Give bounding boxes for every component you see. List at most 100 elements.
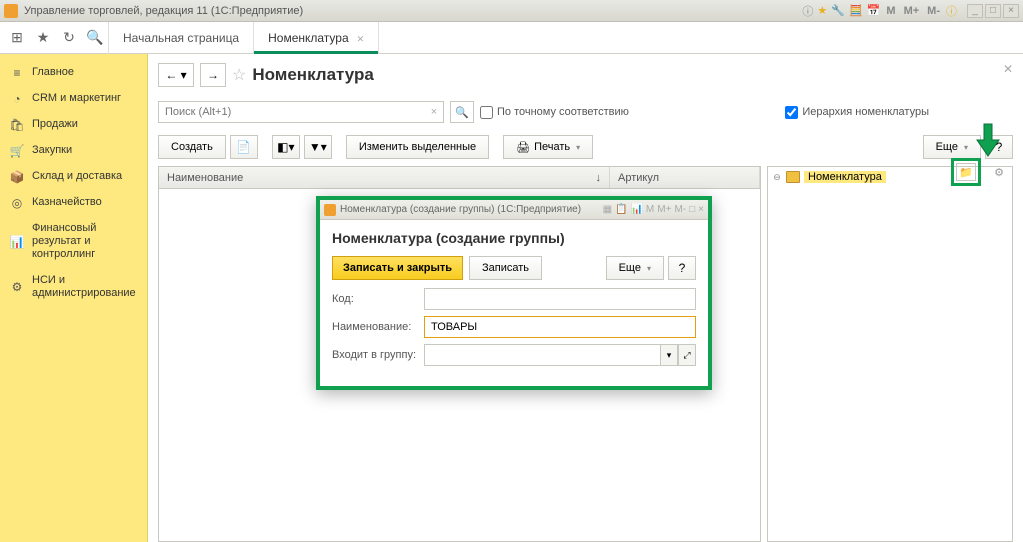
apps-icon[interactable]: ⊞ bbox=[4, 25, 30, 51]
sidebar-label: НСИ и администрирование bbox=[32, 274, 137, 300]
col-name-label: Наименование bbox=[167, 167, 243, 188]
search-row: × 🔍 По точному соответствию Иерархия ном… bbox=[158, 100, 1013, 124]
search-box: × bbox=[158, 101, 444, 123]
dlg-icon3[interactable]: 📊 bbox=[630, 204, 642, 215]
name-label: Наименование: bbox=[332, 321, 416, 333]
col-name[interactable]: Наименование↓ bbox=[159, 167, 610, 188]
group-open-btn[interactable]: ⤢ bbox=[678, 344, 696, 366]
maximize-btn[interactable]: □ bbox=[985, 4, 1001, 18]
nav-back-btn[interactable]: ← ▾ bbox=[158, 63, 194, 87]
tab-close-icon[interactable]: ✕ bbox=[357, 34, 365, 44]
right-extra: 📁 ⚙ bbox=[951, 158, 1011, 186]
sidebar-item-crm[interactable]: ◔CRM и маркетинг bbox=[0, 86, 147, 112]
sidebar-item-purchases[interactable]: 🛒Закупки bbox=[0, 138, 147, 164]
sidebar-item-main[interactable]: ≡Главное bbox=[0, 60, 147, 86]
page-header: ← ▾ → ☆ Номенклатура bbox=[158, 60, 1013, 90]
cal-icon[interactable]: 📅 bbox=[867, 4, 881, 17]
favorite-icon[interactable]: ★ bbox=[30, 25, 56, 51]
dialog-title: Номенклатура (создание группы) (1С:Предп… bbox=[340, 204, 603, 215]
group-dropdown-btn[interactable]: ▾ bbox=[660, 344, 678, 366]
tab-nomenclature[interactable]: Номенклатура ✕ bbox=[254, 22, 379, 54]
page-close-icon[interactable]: ✕ bbox=[1003, 62, 1013, 76]
tab-label: Номенклатура bbox=[268, 31, 349, 45]
dialog-more-btn[interactable]: Еще bbox=[606, 256, 664, 280]
name-input[interactable] bbox=[424, 316, 696, 338]
sidebar-label: Закупки bbox=[32, 144, 72, 157]
dialog-app-icon bbox=[324, 204, 336, 216]
menu-icon: ≡ bbox=[10, 66, 24, 80]
dlg-icon1[interactable]: ▦ bbox=[603, 204, 612, 215]
ring-icon: ◎ bbox=[10, 196, 24, 210]
copy-btn[interactable]: 📄 bbox=[230, 135, 258, 159]
sidebar-label: Казначейство bbox=[32, 196, 102, 209]
col-article[interactable]: Артикул bbox=[610, 167, 760, 188]
filter-btn[interactable]: ▼▾ bbox=[304, 135, 332, 159]
nav-fwd-btn[interactable]: → bbox=[200, 63, 226, 87]
help-icon[interactable]: ⓘ bbox=[946, 3, 957, 19]
calc-icon[interactable]: 🧮 bbox=[849, 4, 863, 17]
table-header: Наименование↓ Артикул bbox=[159, 167, 760, 189]
dlg-close-icon[interactable]: × bbox=[698, 204, 704, 215]
print-label: Печать bbox=[534, 141, 570, 153]
box-icon: 📦 bbox=[10, 170, 24, 184]
highlight-arrow-icon bbox=[973, 122, 1003, 158]
folder-icon bbox=[786, 171, 800, 183]
search-clear-icon[interactable]: × bbox=[425, 102, 443, 122]
m-plus-btn[interactable]: M+ bbox=[902, 5, 922, 17]
bag-icon: 🛍 bbox=[10, 118, 24, 132]
tree-collapse-icon[interactable]: ⊖ bbox=[772, 172, 782, 183]
code-input[interactable] bbox=[424, 288, 696, 310]
code-label: Код: bbox=[332, 293, 416, 305]
gear-icon: ⚙ bbox=[10, 280, 24, 294]
exact-match-checkbox[interactable] bbox=[480, 106, 493, 119]
tree-panel: ⊖ Номенклатура bbox=[767, 166, 1013, 542]
tree-label: Номенклатура bbox=[804, 171, 886, 183]
group-input[interactable] bbox=[424, 344, 660, 366]
history-icon[interactable]: ↻ bbox=[56, 25, 82, 51]
dlg-m[interactable]: M bbox=[646, 204, 654, 215]
group-btn[interactable]: ◧▾ bbox=[272, 135, 300, 159]
sidebar-item-treasury[interactable]: ◎ Казначейство bbox=[0, 190, 147, 216]
fav-star-icon[interactable]: ☆ bbox=[232, 65, 246, 85]
dialog-titlebar: Номенклатура (создание группы) (1С:Предп… bbox=[320, 200, 708, 220]
sidebar: ≡Главное ◔CRM и маркетинг 🛍Продажи 🛒Заку… bbox=[0, 54, 148, 542]
window-title: Управление торговлей, редакция 11 (1С:Пр… bbox=[24, 5, 802, 17]
page-title: Номенклатура bbox=[252, 65, 374, 85]
tool-icon[interactable]: 🔧 bbox=[831, 4, 845, 17]
print-btn[interactable]: 🖨 Печать bbox=[503, 135, 593, 159]
info-icon[interactable]: ⓘ bbox=[802, 3, 813, 19]
star-icon[interactable]: ★ bbox=[817, 4, 827, 17]
dlg-icon2[interactable]: 📋 bbox=[615, 204, 627, 215]
app-icon bbox=[4, 4, 18, 18]
create-group-dialog: Номенклатура (создание группы) (1С:Предп… bbox=[316, 196, 712, 390]
minimize-btn[interactable]: _ bbox=[967, 4, 983, 18]
sidebar-item-finance[interactable]: 📊Финансовый результат и контроллинг bbox=[0, 216, 147, 268]
search-input[interactable] bbox=[159, 102, 425, 122]
dlg-mp[interactable]: M+ bbox=[657, 204, 671, 215]
pie-icon: ◔ bbox=[10, 92, 24, 106]
add-group-btn[interactable]: 📁 bbox=[956, 163, 976, 181]
search-go-btn[interactable]: 🔍 bbox=[450, 101, 474, 123]
dialog-help-btn[interactable]: ? bbox=[668, 256, 696, 280]
chart-icon: 📊 bbox=[10, 235, 24, 249]
sidebar-item-admin[interactable]: ⚙ НСИ и администрирование bbox=[0, 268, 147, 306]
tab-home[interactable]: Начальная страница bbox=[108, 22, 254, 54]
sidebar-label: Склад и доставка bbox=[32, 170, 122, 183]
search-top-icon[interactable]: 🔍 bbox=[82, 25, 108, 51]
settings-btn[interactable]: ⚙ bbox=[987, 161, 1011, 183]
m-btn[interactable]: M bbox=[884, 5, 897, 17]
sidebar-item-sales[interactable]: 🛍Продажи bbox=[0, 112, 147, 138]
close-btn[interactable]: × bbox=[1003, 4, 1019, 18]
save-close-btn[interactable]: Записать и закрыть bbox=[332, 256, 463, 280]
sidebar-item-warehouse[interactable]: 📦 Склад и доставка bbox=[0, 164, 147, 190]
titlebar-icons: ⓘ ★ 🔧 🧮 📅 M M+ M- ⓘ _ □ × bbox=[802, 3, 1019, 19]
change-selected-btn[interactable]: Изменить выделенные bbox=[346, 135, 489, 159]
group-label: Входит в группу: bbox=[332, 349, 416, 361]
dlg-max-icon[interactable]: □ bbox=[689, 204, 695, 215]
m-minus-btn[interactable]: M- bbox=[925, 5, 942, 17]
dlg-mm[interactable]: M- bbox=[674, 204, 686, 215]
hierarchy-checkbox[interactable] bbox=[785, 106, 798, 119]
save-btn[interactable]: Записать bbox=[469, 256, 542, 280]
toolbar: Создать 📄 ◧▾ ▼▾ Изменить выделенные 🖨 Пе… bbox=[158, 134, 1013, 160]
create-btn[interactable]: Создать bbox=[158, 135, 226, 159]
